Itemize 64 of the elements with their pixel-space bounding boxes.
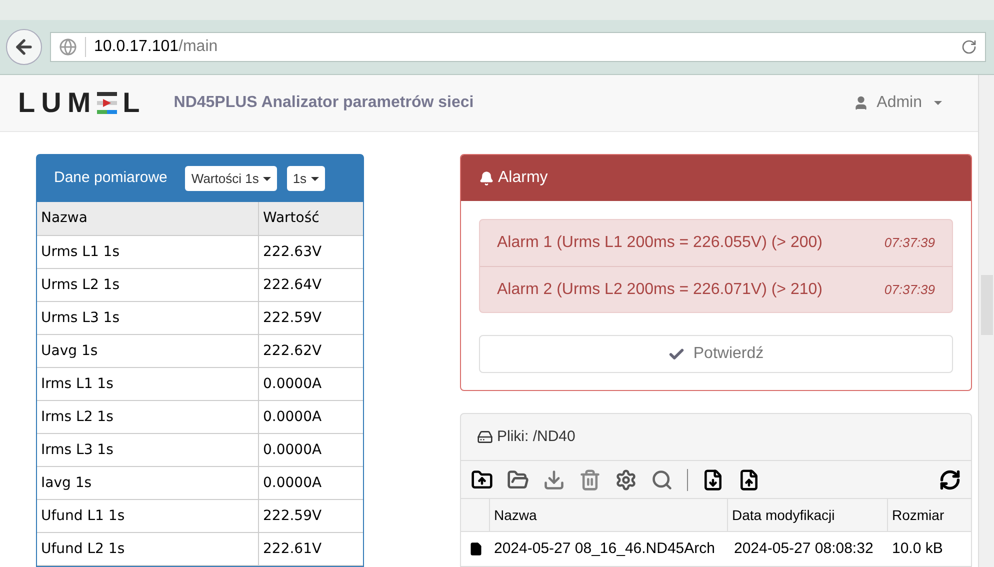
table-cell-text: 222.64V <box>262 276 323 294</box>
table-cell-text: 0.0000A <box>262 374 323 394</box>
app-title: ND45PLUS Analizator parametrów sieci <box>174 93 474 113</box>
caret-icon <box>262 176 271 180</box>
table-cell-text: 0.0000A <box>262 408 323 426</box>
bell-icon <box>479 170 494 186</box>
table-cell: Irms L1 1s <box>37 368 259 400</box>
logo-text: LUM <box>18 86 97 120</box>
table-cell-text: 222.61V <box>262 540 323 558</box>
settings-icon[interactable] <box>615 468 637 490</box>
column-header: Data modyfikacji <box>728 499 888 531</box>
column-header: Wartość <box>262 209 320 228</box>
table-cell: Urms L3 1s <box>37 302 259 334</box>
caret-icon <box>934 101 942 105</box>
logo-mark-icon <box>96 92 117 114</box>
panel-title: Dane pomiarowe <box>54 168 168 188</box>
file-download-icon[interactable] <box>702 468 724 490</box>
table-cell: Ufund L2 1s <box>37 533 259 565</box>
table-cell: Ufund L1 1s <box>37 500 259 532</box>
alarm-time: 07:37:39 <box>884 280 935 299</box>
alarm-message: Alarm 1 (Urms L1 200ms = 226.055V) (> 200) <box>497 233 822 253</box>
table-cell: Irms L3 1s <box>37 434 259 466</box>
panel-title: Pliki: /ND40 <box>497 426 576 447</box>
table-cell-text: 222.62V <box>262 342 323 360</box>
folder-icon[interactable] <box>507 468 529 490</box>
user-menu[interactable]: Admin <box>852 91 942 115</box>
confirm-button[interactable]: Potwierdź <box>479 335 953 373</box>
table-cell-text: 222.59V <box>262 506 323 526</box>
search-icon[interactable] <box>651 468 673 490</box>
caret-icon <box>310 176 319 180</box>
url-text: 10.0.17.101/main <box>94 37 218 57</box>
download-icon[interactable] <box>543 468 565 490</box>
column-header: Nazwa <box>37 202 259 235</box>
reload-icon[interactable] <box>961 39 977 55</box>
alarm-time: 07:37:39 <box>884 234 935 252</box>
table-cell-text: 10.0 kB <box>891 538 944 559</box>
file-icon <box>468 542 482 556</box>
table-cell-text: 2024-05-27 08_16_46.ND45Arch <box>493 538 716 559</box>
table-cell: Uavg 1s <box>37 335 259 367</box>
back-button[interactable] <box>6 29 42 65</box>
alarm-message: Alarm 2 (Urms L2 200ms = 226.071V) (> 210) <box>497 280 822 300</box>
table-cell: Urms L1 1s <box>37 236 259 268</box>
column-header: Nazwa <box>490 499 728 531</box>
address-bar[interactable]: 10.0.17.101/main <box>50 32 986 62</box>
user-icon <box>852 95 869 111</box>
table-cell-text: 2024-05-27 08:08:32 <box>733 538 874 559</box>
table-cell-text: 0.0000A <box>262 440 323 460</box>
drive-icon <box>477 429 493 445</box>
globe-icon <box>59 38 77 56</box>
logo-text: L <box>122 86 146 120</box>
table-cell-text: 222.63V <box>262 242 323 262</box>
dropdown-button[interactable]: Wartości 1s <box>185 166 277 191</box>
table-cell-text: 0.0000A <box>262 474 323 492</box>
dropdown-button[interactable]: 1s <box>286 166 325 191</box>
folder-up-icon[interactable] <box>471 468 493 490</box>
table-cell-text: 222.59V <box>262 308 323 328</box>
refresh-icon[interactable] <box>939 468 961 490</box>
table-cell: Urms L2 1s <box>37 269 259 301</box>
panel-title: Alarmy <box>498 168 548 188</box>
column-header: Rozmiar <box>891 506 946 524</box>
trash-icon[interactable] <box>579 468 601 490</box>
table-cell: Irms L2 1s <box>37 401 259 433</box>
file-upload-icon[interactable] <box>738 468 760 490</box>
table-cell: Iavg 1s <box>37 467 259 499</box>
